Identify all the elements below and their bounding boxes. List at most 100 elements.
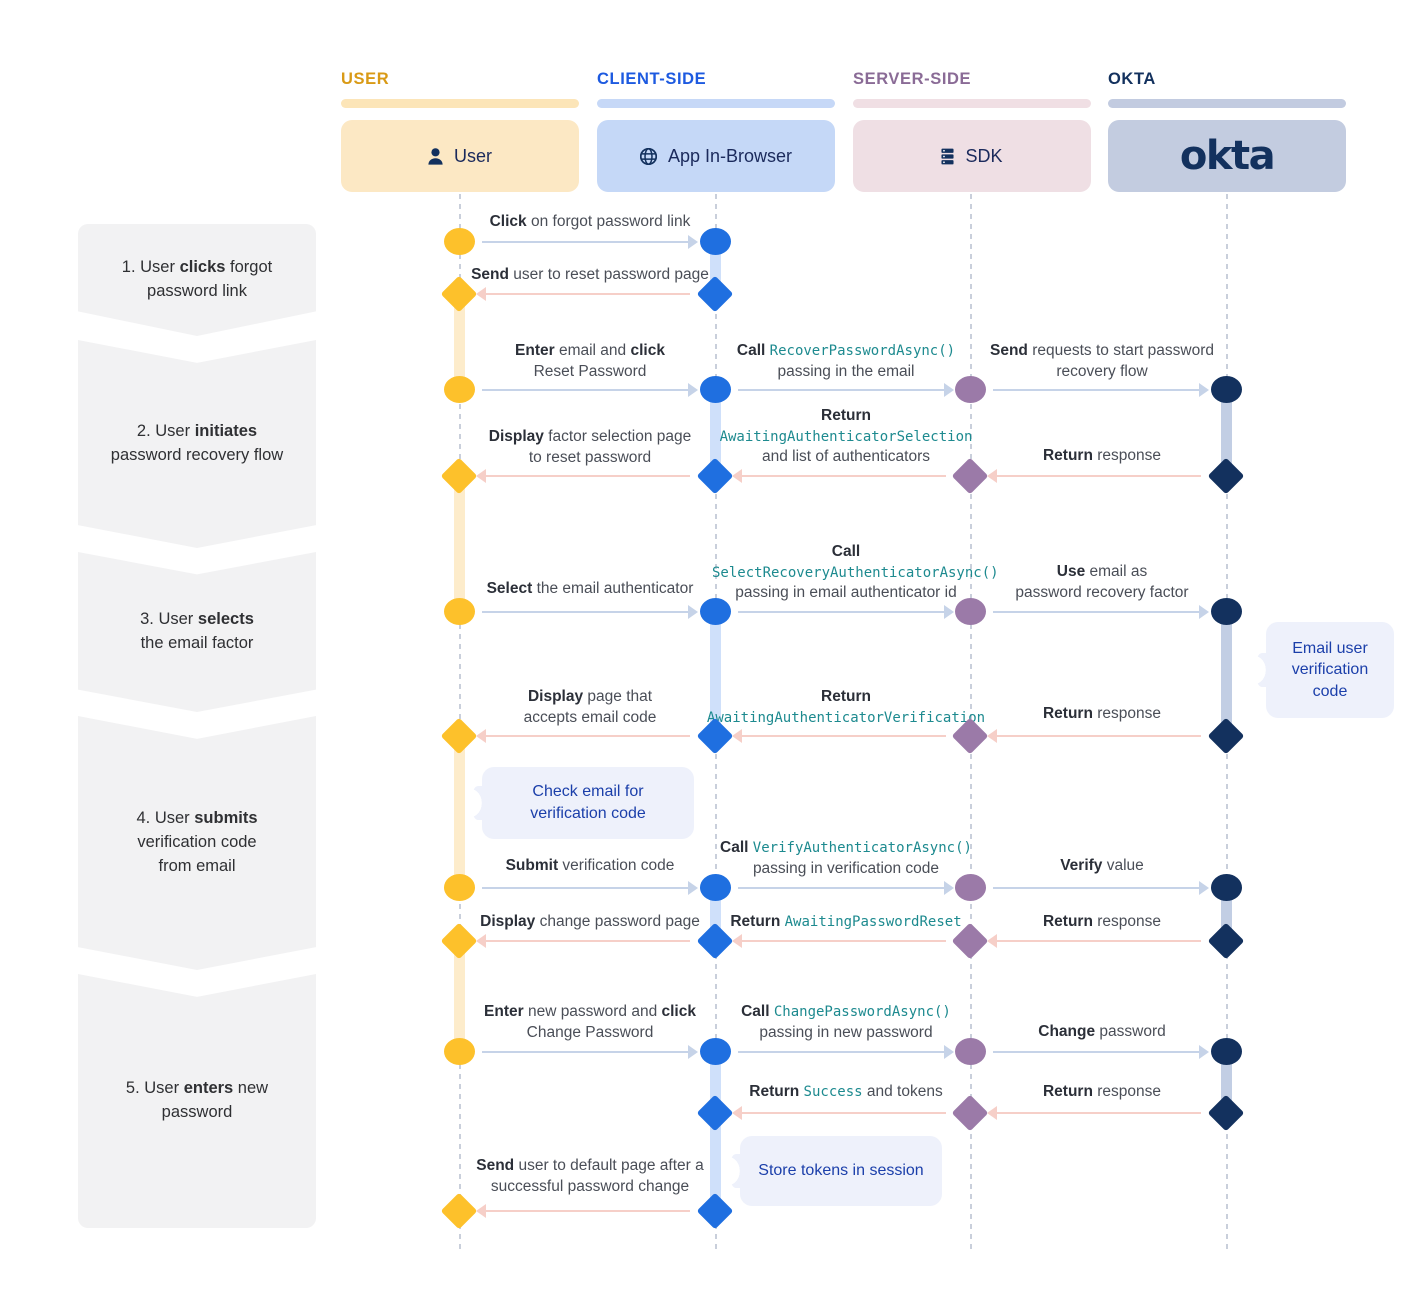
message-label-m24: Return Success and tokens — [749, 1083, 943, 1100]
node-r3-server — [955, 598, 986, 625]
message-line-m12 — [486, 735, 690, 737]
step-4: 4. User submits verification code from ema… — [78, 716, 316, 970]
message-label-m15: Submit verification code — [505, 857, 675, 874]
node-m26-target — [440, 1192, 478, 1230]
message-line-m7 — [742, 475, 946, 477]
message-line-m10 — [738, 611, 944, 613]
message-label-m8: Return response — [1042, 447, 1162, 464]
message-label-m2: Send user to reset password page — [471, 266, 709, 283]
arrowhead-m2 — [476, 287, 486, 301]
step-3-label: 3. User selects the email factor — [140, 610, 254, 652]
arrowhead-m22 — [944, 1045, 954, 1059]
arrowhead-m14 — [987, 729, 997, 743]
message-line-m9 — [482, 611, 688, 613]
diagram-canvas: USER User CLIENT-SIDE App In-Browser SER… — [0, 0, 1424, 1304]
actor-box-okta[interactable]: okta — [1108, 120, 1346, 192]
message-label-m23: Change password — [1038, 1023, 1166, 1040]
node-r2-user — [444, 376, 475, 403]
message-label-m5: Send requests to start password recovery … — [990, 342, 1214, 380]
arrowhead-m12 — [476, 729, 486, 743]
message-label-m18: Display change password page — [480, 913, 700, 930]
message-line-m13 — [742, 735, 946, 737]
message-label-m7: Return AwaitingAuthenticatorSelection and … — [719, 407, 973, 466]
column-title-okta: OKTA — [1108, 70, 1156, 88]
arrowhead-m21 — [688, 1045, 698, 1059]
step-5: 5. User enters new password — [78, 974, 316, 1228]
message-line-m18 — [486, 940, 690, 942]
node-r3-okta — [1211, 598, 1242, 625]
step-2: 2. User initiates password recovery flow — [78, 340, 316, 548]
message-label-m19: Return AwaitingPasswordReset — [730, 913, 962, 930]
message-line-m24 — [742, 1112, 946, 1114]
node-m26-source — [696, 1192, 734, 1230]
message-line-m20 — [997, 940, 1201, 942]
message-label-m11: Use email as password recovery factor — [1015, 563, 1189, 601]
message-label-m3: Enter email and click Reset Password — [515, 342, 665, 380]
actor-box-server[interactable]: SDK — [853, 120, 1091, 192]
message-label-m16: Call VerifyAuthenticatorAsync() passing i… — [720, 839, 972, 877]
message-label-m14: Return response — [1042, 705, 1162, 722]
message-label-m21: Enter new password and click Change Passw… — [484, 1003, 696, 1041]
message-line-m15 — [482, 887, 688, 889]
node-r4-user — [444, 874, 475, 901]
column-bar-user — [341, 99, 579, 108]
message-line-m2 — [486, 293, 690, 295]
arrowhead-m25 — [987, 1106, 997, 1120]
node-r5-okta — [1211, 1038, 1242, 1065]
node-r4-server — [955, 874, 986, 901]
step-1-label: 1. User clicks forgot password link — [121, 258, 273, 300]
step-4-label: 4. User submits verification code from ema… — [136, 809, 258, 875]
actor-box-user[interactable]: User — [341, 120, 579, 192]
message-line-m23 — [993, 1051, 1199, 1053]
arrowhead-m26 — [476, 1204, 486, 1218]
message-line-m3 — [482, 389, 688, 391]
callout-check-email-for-verification-code: Check email for verification code — [482, 767, 694, 839]
column-title-user: USER — [341, 70, 390, 88]
arrowhead-m23 — [1199, 1045, 1209, 1059]
step-1: 1. User clicks forgot password link — [78, 224, 316, 336]
node-r4-client — [700, 874, 731, 901]
node-r3-user — [444, 598, 475, 625]
arrowhead-m13 — [732, 729, 742, 743]
arrowhead-m10 — [944, 605, 954, 619]
message-line-m5 — [993, 389, 1199, 391]
node-r3-client — [700, 598, 731, 625]
actor-box-client[interactable]: App In-Browser — [597, 120, 835, 192]
message-line-m25 — [997, 1112, 1201, 1114]
arrowhead-m11 — [1199, 605, 1209, 619]
arrowhead-m15 — [688, 881, 698, 895]
message-label-m13: Return AwaitingAuthenticatorVerification — [706, 688, 986, 726]
column-title-server: SERVER-SIDE — [853, 70, 972, 88]
arrowhead-m9 — [688, 605, 698, 619]
arrowhead-m8 — [987, 469, 997, 483]
globe-icon — [639, 147, 657, 165]
callout-store-tokens-in-session: Store tokens in session — [740, 1136, 942, 1206]
actor-label-server: SDK — [965, 145, 1003, 166]
step-5-label: 5. User enters new password — [125, 1079, 269, 1121]
callout-email-user-verification-code: Email user verification code — [1266, 622, 1394, 718]
arrowhead-m20 — [987, 934, 997, 948]
actor-label-client: App In-Browser — [667, 145, 793, 166]
arrowhead-m24 — [732, 1106, 742, 1120]
activation-user-2 — [454, 476, 465, 612]
message-line-m6 — [486, 475, 690, 477]
message-line-m8 — [997, 475, 1201, 477]
arrowhead-m1 — [688, 235, 698, 249]
message-line-m19 — [742, 940, 946, 942]
arrowhead-m5 — [1199, 383, 1209, 397]
message-label-m26: Send user to default page after a success… — [476, 1157, 704, 1195]
actor-label-user: User — [453, 145, 492, 166]
message-line-m22 — [738, 1051, 944, 1053]
column-bar-server — [853, 99, 1091, 108]
message-label-m9: Select the email authenticator — [486, 580, 694, 597]
node-m1-target — [700, 228, 731, 255]
node-r5-client — [700, 1038, 731, 1065]
arrowhead-m19 — [732, 934, 742, 948]
step-2-label: 2. User initiates password recovery flow — [110, 422, 284, 464]
arrowhead-m6 — [476, 469, 486, 483]
node-r2-okta — [1211, 376, 1242, 403]
message-label-m1: Click on forgot password link — [489, 213, 691, 230]
callout-c2-text: Check email for verification code — [530, 783, 646, 822]
node-r5-server — [955, 1038, 986, 1065]
okta-logo: okta — [1179, 133, 1276, 179]
